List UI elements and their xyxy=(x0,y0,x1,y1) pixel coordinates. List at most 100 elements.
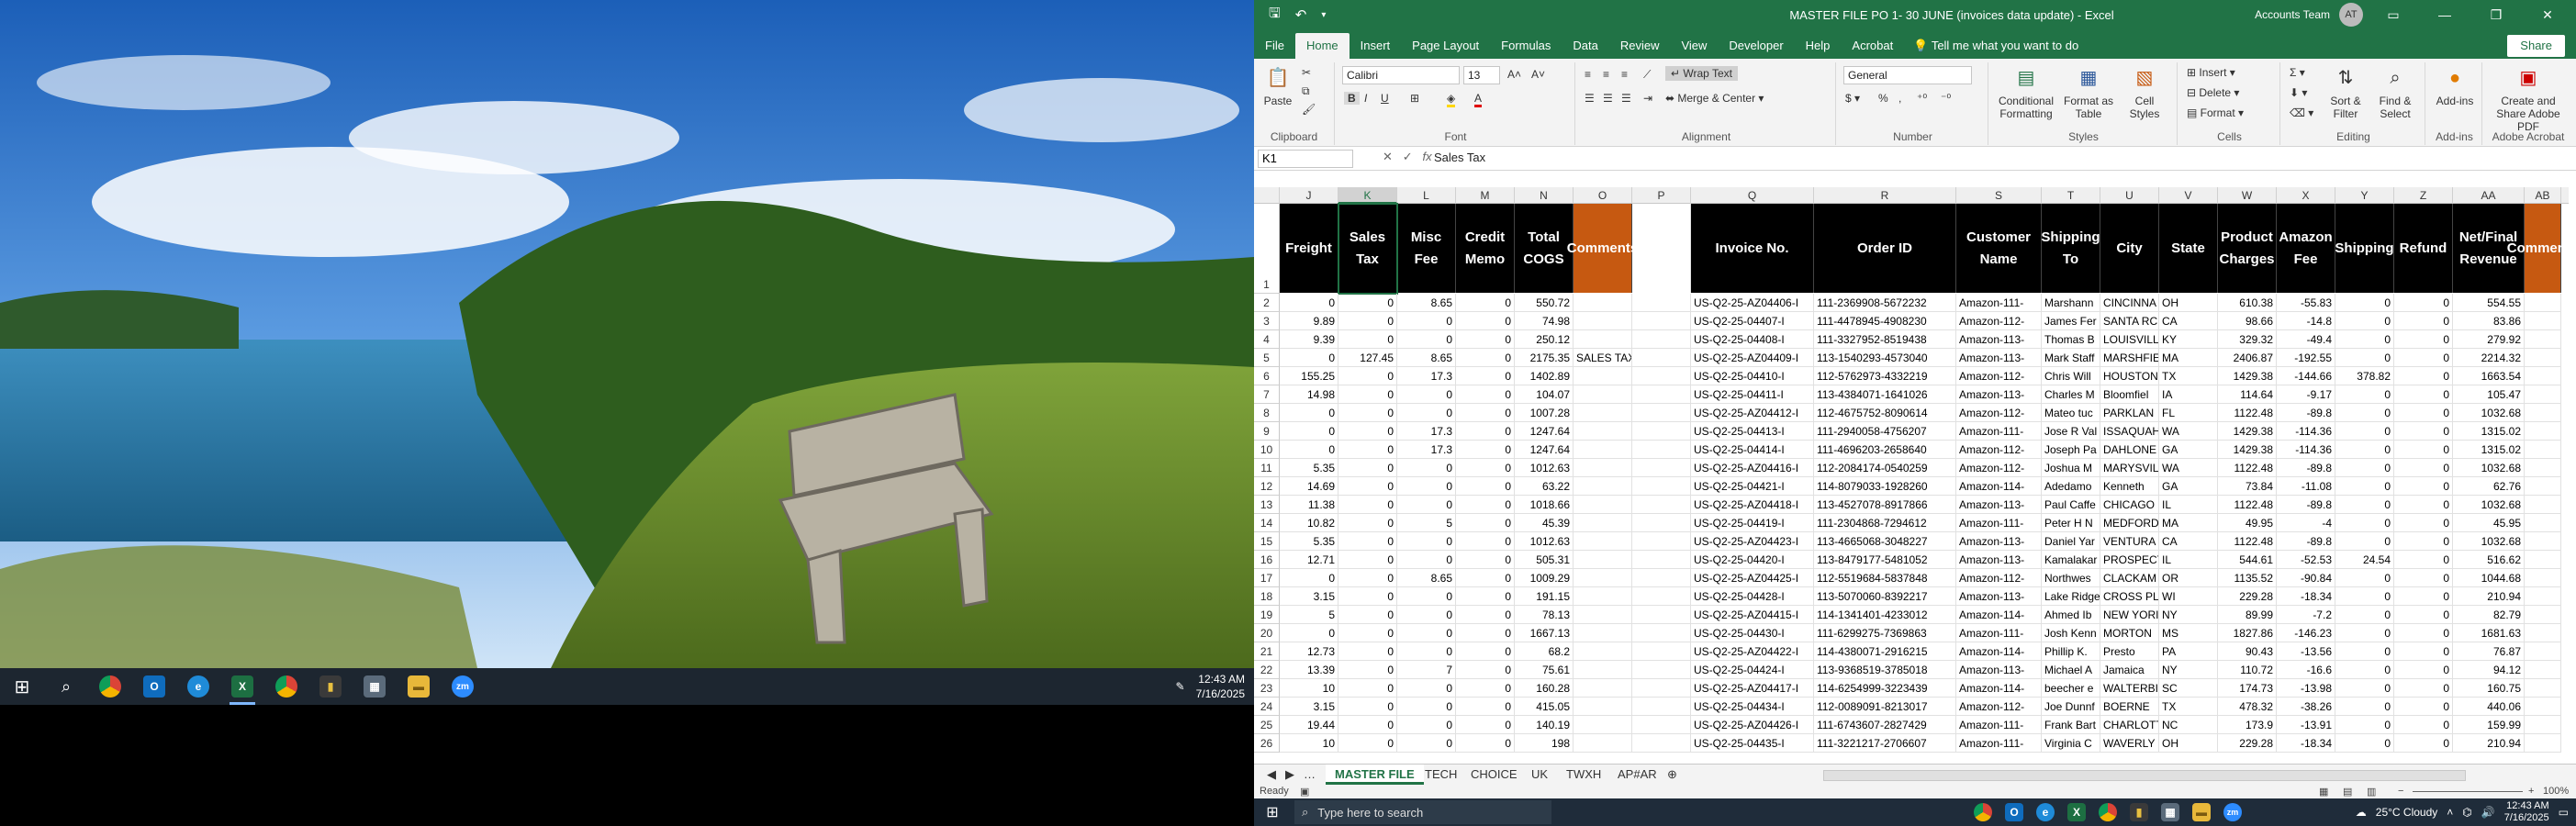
cell[interactable]: 155.25 xyxy=(1280,367,1338,385)
cell[interactable]: Amazon-114- xyxy=(1956,606,2042,624)
cell[interactable]: 5 xyxy=(1397,514,1456,532)
cell[interactable] xyxy=(1632,642,1691,661)
pen-icon[interactable]: ✎ xyxy=(1176,680,1185,693)
cell[interactable]: US-Q2-25-AZ04422-I xyxy=(1691,642,1814,661)
row-header[interactable]: 10 xyxy=(1254,441,1280,459)
cell[interactable] xyxy=(2525,312,2561,330)
cell[interactable] xyxy=(2525,587,2561,606)
cell[interactable]: 0 xyxy=(1397,404,1456,422)
tab-page-layout[interactable]: Page Layout xyxy=(1401,33,1490,59)
cell[interactable]: beecher e xyxy=(2042,679,2100,698)
cell[interactable]: 160.28 xyxy=(1515,679,1574,698)
cell[interactable]: Chris Will xyxy=(2042,367,2100,385)
cell[interactable]: 0 xyxy=(2394,330,2453,349)
cell[interactable]: 114.64 xyxy=(2218,385,2277,404)
cell[interactable]: 0 xyxy=(2394,477,2453,496)
cell[interactable]: 0 xyxy=(1456,606,1515,624)
cell[interactable]: PROSPECT xyxy=(2100,551,2159,569)
cell[interactable]: 0 xyxy=(1338,716,1397,734)
cell[interactable]: 0 xyxy=(2394,716,2453,734)
cell[interactable] xyxy=(1632,330,1691,349)
column-header-q[interactable]: Q xyxy=(1691,187,1814,204)
cell[interactable] xyxy=(2525,679,2561,698)
cell[interactable] xyxy=(1574,496,1632,514)
cell[interactable] xyxy=(1632,404,1691,422)
taskbar-search[interactable]: ⌕ Type here to search xyxy=(1294,800,1551,824)
page-layout-view-icon[interactable]: ▤ xyxy=(2343,786,2352,798)
cell[interactable]: 112-5519684-5837848 xyxy=(1814,569,1956,587)
cell[interactable]: 63.22 xyxy=(1515,477,1574,496)
cell[interactable]: 19.44 xyxy=(1280,716,1338,734)
tab-view[interactable]: View xyxy=(1670,33,1718,59)
cell[interactable]: BOERNE xyxy=(2100,698,2159,716)
zoom-in-icon[interactable]: + xyxy=(2528,786,2534,797)
cell[interactable]: Amazon-112- xyxy=(1956,312,2042,330)
cell[interactable]: -38.26 xyxy=(2277,698,2335,716)
cell[interactable]: 111-3221217-2706607 xyxy=(1814,734,1956,753)
cell[interactable]: 113-9368519-3785018 xyxy=(1814,661,1956,679)
cell[interactable]: 112-5762973-4332219 xyxy=(1814,367,1956,385)
cell[interactable]: 2175.35 xyxy=(1515,349,1574,367)
cell[interactable]: Thomas B xyxy=(2042,330,2100,349)
cell[interactable]: MEDFORD xyxy=(2100,514,2159,532)
column-header-x[interactable]: X xyxy=(2277,187,2335,204)
cell[interactable]: 1032.68 xyxy=(2453,459,2525,477)
cell[interactable]: 3.15 xyxy=(1280,587,1338,606)
cell[interactable]: -18.34 xyxy=(2277,587,2335,606)
cell[interactable]: 0 xyxy=(1280,349,1338,367)
cell[interactable]: NY xyxy=(2159,606,2218,624)
row-header[interactable]: 6 xyxy=(1254,367,1280,385)
cell[interactable]: US-Q2-25-AZ04412-I xyxy=(1691,404,1814,422)
cell[interactable]: Ahmed Ib xyxy=(2042,606,2100,624)
column-header-p[interactable]: P xyxy=(1632,187,1691,204)
fx-icon[interactable]: ✕ ✓ fx xyxy=(1383,150,1432,164)
cell[interactable]: CLACKAM xyxy=(2100,569,2159,587)
underline-icon[interactable]: U xyxy=(1381,92,1389,105)
cell[interactable]: 1681.63 xyxy=(2453,624,2525,642)
cell[interactable]: Peter H N xyxy=(2042,514,2100,532)
cell[interactable]: 0 xyxy=(2394,642,2453,661)
cell[interactable]: -7.2 xyxy=(2277,606,2335,624)
account-name[interactable]: Accounts Team xyxy=(2255,8,2330,21)
tab-formulas[interactable]: Formulas xyxy=(1490,33,1562,59)
cell[interactable]: Jose R Val xyxy=(2042,422,2100,441)
search-button[interactable]: ⌕ xyxy=(44,668,88,705)
cell[interactable]: Amazon-112- xyxy=(1956,441,2042,459)
cell[interactable]: KY xyxy=(2159,330,2218,349)
align-center-icon[interactable]: ☰ xyxy=(1603,92,1613,105)
cell[interactable]: 1667.13 xyxy=(1515,624,1574,642)
tab-file[interactable]: File xyxy=(1254,33,1295,59)
cell[interactable]: MARSHFIE xyxy=(2100,349,2159,367)
ribbon-display-icon[interactable]: ▭ xyxy=(2372,7,2414,23)
cell[interactable]: 0 xyxy=(2335,441,2394,459)
cell[interactable]: 1402.89 xyxy=(1515,367,1574,385)
cell[interactable]: 111-6743607-2827429 xyxy=(1814,716,1956,734)
column-header-ab[interactable]: AB xyxy=(2525,187,2561,204)
cell[interactable]: 11.38 xyxy=(1280,496,1338,514)
cell[interactable]: 17.3 xyxy=(1397,441,1456,459)
cell[interactable]: 0 xyxy=(1338,587,1397,606)
cell[interactable]: 0 xyxy=(2335,312,2394,330)
row-header[interactable]: 11 xyxy=(1254,459,1280,477)
cell[interactable]: -144.66 xyxy=(2277,367,2335,385)
sheet-tab-master-file[interactable]: MASTER FILE xyxy=(1326,765,1424,785)
cell[interactable] xyxy=(1632,698,1691,716)
cell[interactable]: Amazon-112- xyxy=(1956,459,2042,477)
cell[interactable]: 0 xyxy=(1397,532,1456,551)
network-icon[interactable]: ⌬ xyxy=(2462,806,2471,819)
cell[interactable]: 0 xyxy=(2335,385,2394,404)
cell[interactable] xyxy=(1632,532,1691,551)
cell[interactable] xyxy=(1574,385,1632,404)
cell[interactable]: 1122.48 xyxy=(2218,459,2277,477)
cell[interactable]: Bloomfiel xyxy=(2100,385,2159,404)
clear-icon[interactable]: ⌫ ▾ xyxy=(2290,106,2313,119)
cell[interactable]: 1135.52 xyxy=(2218,569,2277,587)
cell[interactable]: 112-0089091-8213017 xyxy=(1814,698,1956,716)
cell[interactable] xyxy=(1632,624,1691,642)
cell[interactable]: 10.82 xyxy=(1280,514,1338,532)
cell[interactable]: 127.45 xyxy=(1338,349,1397,367)
column-header-aa[interactable]: AA xyxy=(2453,187,2525,204)
cell[interactable] xyxy=(1574,734,1632,753)
row-header[interactable]: 24 xyxy=(1254,698,1280,716)
taskbar-app[interactable]: ▮ xyxy=(308,668,353,705)
